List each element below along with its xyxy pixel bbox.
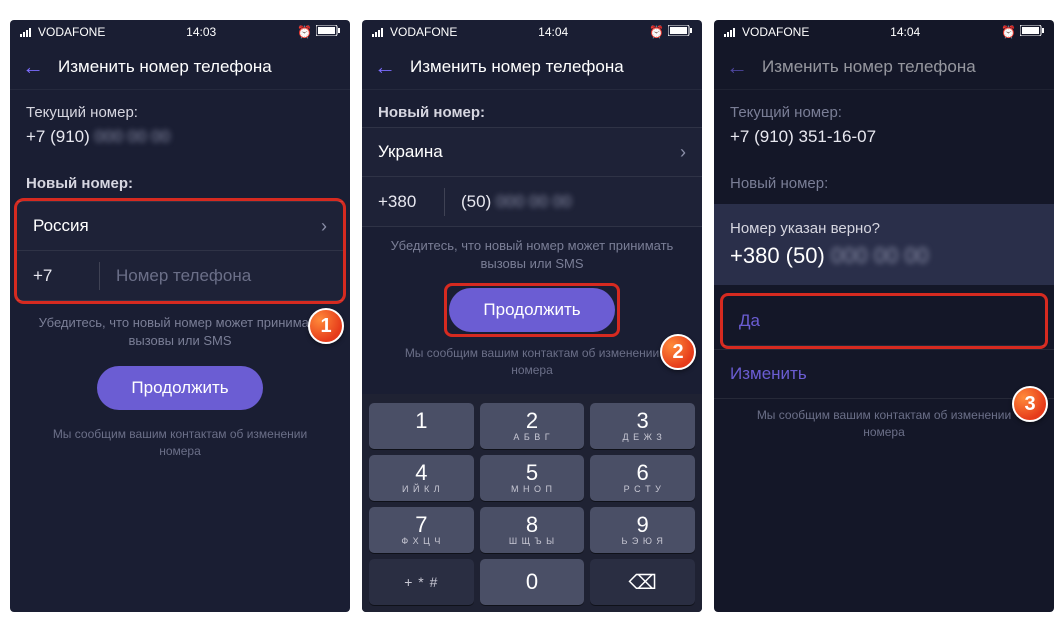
key-3[interactable]: 3Д Е Ж З	[590, 403, 695, 449]
step-badge-2: 2	[660, 334, 696, 370]
highlight-yes: Да	[720, 293, 1048, 349]
key-1[interactable]: 1	[369, 403, 474, 449]
key-8[interactable]: 8Ш Щ Ъ Ы	[480, 507, 585, 553]
current-number-value: +7 (910) 000 00 00	[10, 127, 350, 161]
signal-icon	[724, 27, 738, 37]
battery-icon	[316, 25, 340, 39]
screen-3: VODAFONE 14:04 ⏰ ← Изменить номер телефо…	[714, 20, 1054, 612]
numeric-keypad: 1 2А Б В Г 3Д Е Ж З 4И Й К Л 5М Н О П 6Р…	[362, 394, 702, 612]
confirm-question: Номер указан верно?	[730, 220, 1038, 237]
key-9[interactable]: 9Ь Э Ю Я	[590, 507, 695, 553]
highlight-continue: Продолжить	[444, 283, 619, 337]
page-title: Изменить номер телефона	[410, 57, 624, 77]
key-symbols[interactable]: + * #	[369, 559, 474, 605]
chevron-right-icon: ›	[680, 142, 686, 163]
status-bar: VODAFONE 14:04 ⏰	[362, 20, 702, 44]
edit-button[interactable]: Изменить	[714, 349, 1054, 399]
confirm-number: +380 (50) 000 00 00	[730, 243, 1038, 269]
continue-button[interactable]: Продолжить	[97, 366, 262, 410]
page-title: Изменить номер телефона	[58, 57, 272, 77]
new-number-label: Новый номер:	[10, 161, 350, 198]
hint-text: Убедитесь, что новый номер может принима…	[10, 304, 350, 360]
status-time: 14:04	[890, 25, 920, 39]
header: ← Изменить номер телефона	[362, 44, 702, 90]
divider	[444, 188, 445, 216]
step-badge-1: 1	[308, 308, 344, 344]
current-number-label: Текущий номер:	[10, 90, 350, 127]
alarm-icon: ⏰	[649, 25, 664, 39]
signal-icon	[372, 27, 386, 37]
page-title: Изменить номер телефона	[762, 57, 976, 77]
status-bar: VODAFONE 14:03 ⏰	[10, 20, 350, 44]
key-6[interactable]: 6Р С Т У	[590, 455, 695, 501]
footer-note: Мы сообщим вашим контактам об изменении …	[362, 337, 702, 387]
carrier-label: VODAFONE	[38, 25, 105, 39]
new-number-label: Новый номер:	[362, 90, 702, 127]
phone-input-row[interactable]: +380 (50) 000 00 00	[362, 177, 702, 227]
back-icon[interactable]: ←	[374, 54, 396, 80]
battery-icon	[668, 25, 692, 39]
phone-value: (50) 000 00 00	[461, 192, 572, 212]
phone-prefix: +380	[378, 192, 428, 212]
key-4[interactable]: 4И Й К Л	[369, 455, 474, 501]
signal-icon	[20, 27, 34, 37]
battery-icon	[1020, 25, 1044, 39]
header: ← Изменить номер телефона	[10, 44, 350, 90]
hint-text: Убедитесь, что новый номер может принима…	[362, 227, 702, 283]
status-bar: VODAFONE 14:04 ⏰	[714, 20, 1054, 44]
screen-2: VODAFONE 14:04 ⏰ ← Изменить номер телефо…	[362, 20, 702, 612]
yes-button[interactable]: Да	[723, 296, 1045, 346]
alarm-icon: ⏰	[297, 25, 312, 39]
key-backspace[interactable]: ⌫	[590, 559, 695, 605]
confirm-dialog: Номер указан верно? +380 (50) 000 00 00	[714, 204, 1054, 285]
key-7[interactable]: 7Ф Х Ц Ч	[369, 507, 474, 553]
phone-placeholder: Номер телефона	[116, 266, 327, 286]
carrier-label: VODAFONE	[390, 25, 457, 39]
phone-prefix: +7	[33, 266, 83, 286]
screen-1: VODAFONE 14:03 ⏰ ← Изменить номер телефо…	[10, 20, 350, 612]
current-number-label: Текущий номер:	[714, 90, 1054, 127]
chevron-right-icon: ›	[321, 216, 327, 237]
status-time: 14:03	[186, 25, 216, 39]
key-0[interactable]: 0	[480, 559, 585, 605]
alarm-icon: ⏰	[1001, 25, 1016, 39]
key-2[interactable]: 2А Б В Г	[480, 403, 585, 449]
back-icon[interactable]: ←	[726, 54, 748, 80]
country-name: Россия	[33, 216, 89, 236]
country-selector[interactable]: Россия ›	[17, 201, 343, 251]
phone-input-row[interactable]: +7 Номер телефона	[17, 251, 343, 301]
new-number-label: Новый номер:	[714, 161, 1054, 198]
backspace-icon: ⌫	[629, 570, 657, 595]
footer-note: Мы сообщим вашим контактам об изменении …	[714, 399, 1054, 449]
status-time: 14:04	[538, 25, 568, 39]
divider	[99, 262, 100, 290]
key-5[interactable]: 5М Н О П	[480, 455, 585, 501]
carrier-label: VODAFONE	[742, 25, 809, 39]
back-icon[interactable]: ←	[22, 54, 44, 80]
highlight-country-phone: Россия › +7 Номер телефона	[14, 198, 346, 304]
current-number-value: +7 (910) 351-16-07	[714, 127, 1054, 161]
continue-button[interactable]: Продолжить	[449, 288, 614, 332]
step-badge-3: 3	[1012, 386, 1048, 422]
header: ← Изменить номер телефона	[714, 44, 1054, 90]
country-name: Украина	[378, 142, 443, 162]
footer-note: Мы сообщим вашим контактам об изменении …	[10, 418, 350, 468]
country-selector[interactable]: Украина ›	[362, 127, 702, 177]
